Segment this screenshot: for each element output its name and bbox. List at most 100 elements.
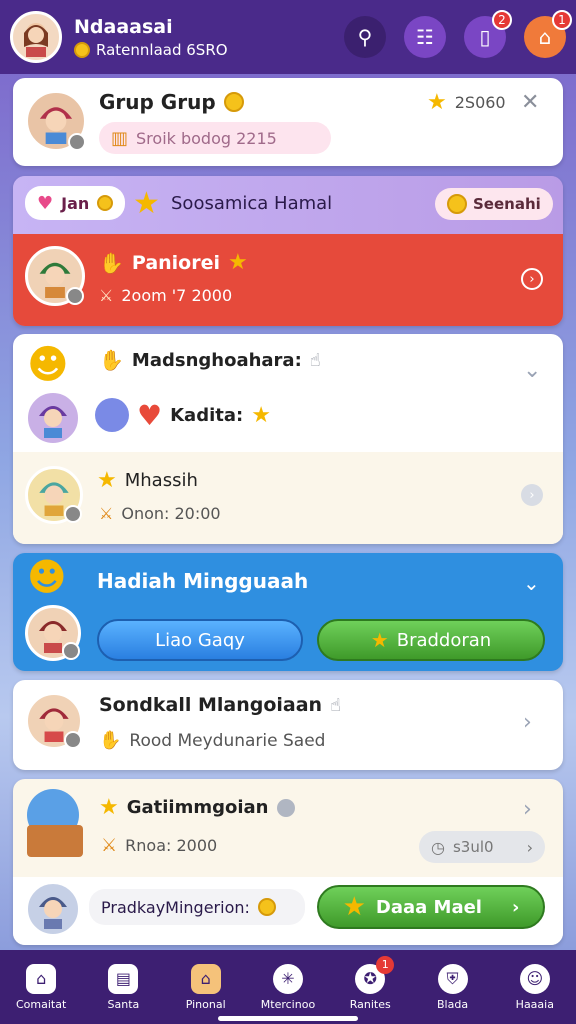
tab-label: Ranites xyxy=(349,997,391,1011)
mission2-sub: Onon: 20:00 xyxy=(121,504,221,523)
character-icon xyxy=(39,897,67,929)
red-reward-row[interactable]: ✋ Paniorei ★ ⚔ 2oom '7 2000 › xyxy=(13,234,563,326)
user-subtitle: Ratennlaad 6SRO xyxy=(74,41,228,59)
sondkall-title-row: Sondkall Mlangoiaan ☝ xyxy=(99,694,341,716)
gati-title: Gatiimmgoian xyxy=(126,797,269,818)
star-icon: ★ xyxy=(228,250,248,275)
gati-footer-button[interactable]: ★ Daaa Mael › xyxy=(317,885,545,929)
sondkall-sub: Rood Meydunarie Saed xyxy=(129,730,326,751)
chevron-right-icon[interactable]: › xyxy=(523,797,532,822)
calendar-button[interactable]: ☷ xyxy=(404,16,446,58)
reward-avatar xyxy=(25,246,85,306)
sondkall-sub-row: ✋ Rood Meydunarie Saed xyxy=(99,730,325,751)
coin-icon xyxy=(74,41,90,58)
sondkall-card[interactable]: Sondkall Mlangoiaan ☝ ✋ Rood Meydunarie … xyxy=(13,680,563,770)
event-chip[interactable]: ♥ Jan xyxy=(25,186,126,220)
tab-profile[interactable]: ☺ Haaaia xyxy=(499,963,571,1011)
chevron-right-icon[interactable]: › xyxy=(521,484,543,506)
event-button[interactable]: Seenahi xyxy=(435,188,553,220)
shop-button[interactable]: ⌂ 1 xyxy=(524,10,572,58)
coin-icon xyxy=(257,898,276,916)
mission-title: Madsnghoahara: xyxy=(131,349,302,371)
weekly-right-label: Braddoran xyxy=(396,629,492,651)
user-subtitle-text: Ratennlaad 6SRO xyxy=(96,40,228,59)
hand-small-icon: ☝ xyxy=(330,694,342,716)
home-indicator xyxy=(218,1016,358,1021)
mission-item-label: Kadita: xyxy=(170,404,244,426)
profile-avatar[interactable] xyxy=(10,11,62,63)
coin-icon xyxy=(223,92,244,112)
gati-card: ★ Gatiimmgoian › ⚔ Rnoa: 2000 ◷ s3ul0 › … xyxy=(13,779,563,945)
reward-sub-row: ⚔ 2oom '7 2000 xyxy=(99,286,232,305)
group-title-row: Grup Grup xyxy=(99,90,244,114)
top-header: Ndaaasai Ratennlaad 6SRO ⚲ ☷ ▯ 2 ⌂ 1 xyxy=(0,0,576,74)
bottom-tab-bar: ⌂ Comaitat ▤ Santa ⌂ Pinonal ✳ Mtercinoo… xyxy=(0,950,576,1024)
star-icon: ★ xyxy=(97,468,117,493)
header-actions: ⚲ ☷ ▯ 2 ⌂ 1 xyxy=(344,10,572,58)
inbox-badge: 2 xyxy=(492,10,512,30)
tab-label: Mtercinoo xyxy=(260,997,316,1011)
tab-mtercinoo[interactable]: ✳ Mtercinoo xyxy=(252,963,324,1011)
group-title: Grup Grup xyxy=(99,90,216,114)
chevron-down-icon[interactable]: ⌄ xyxy=(523,358,541,383)
group-avatar xyxy=(25,90,87,152)
close-icon[interactable]: ✕ xyxy=(521,90,539,115)
book-icon: ▤ xyxy=(108,963,139,994)
mission2-avatar xyxy=(25,466,83,524)
mission-row-top[interactable]: ☻ ✋ Madsnghoahara: ☝ ⌄ ♥ Kadita: ★ xyxy=(13,334,563,452)
gati-footer: PradkayMingerion: ★ Daaa Mael › xyxy=(13,877,563,945)
header-text: Ndaaasai Ratennlaad 6SRO xyxy=(74,16,228,59)
weekly-avatar xyxy=(25,605,81,661)
gati-timer[interactable]: ◷ s3ul0 › xyxy=(419,831,545,863)
group-points-value: 2S060 xyxy=(454,93,506,112)
event-button-label: Seenahi xyxy=(473,195,541,213)
tab-blada[interactable]: ⛨ Blada xyxy=(417,963,489,1011)
chevron-down-icon[interactable]: ⌄ xyxy=(523,571,540,595)
calendar-icon: ☷ xyxy=(416,25,434,49)
reward-title: Paniorei xyxy=(131,251,221,274)
weekly-left-button[interactable]: Liao Gaqy xyxy=(97,619,303,661)
hand-icon: ✋ xyxy=(99,250,124,275)
search-button[interactable]: ⚲ xyxy=(344,16,386,58)
mission2-title-row: ★ Mhassih xyxy=(97,468,198,493)
weekly-title: Hadiah Mingguaah xyxy=(97,569,309,593)
star-icon: ★ xyxy=(251,402,271,428)
mission-card: ☻ ✋ Madsnghoahara: ☝ ⌄ ♥ Kadita: ★ ★ Mha… xyxy=(13,334,563,544)
gati-sub-row: ⚔ Rnoa: 2000 xyxy=(101,835,217,856)
gati-timer-text: s3ul0 xyxy=(452,838,494,856)
tab-santa[interactable]: ▤ Santa xyxy=(87,963,159,1011)
level-badge xyxy=(62,642,80,660)
weekly-right-button[interactable]: ★ Braddoran xyxy=(317,619,545,661)
chevron-right-icon: › xyxy=(511,896,520,918)
event-title: Soosamica Hamal xyxy=(171,193,333,214)
sondkall-avatar xyxy=(25,692,83,750)
gem-icon xyxy=(95,398,129,432)
chevron-right-icon[interactable]: › xyxy=(523,710,532,735)
sword-icon: ⚔ xyxy=(101,835,118,856)
hand-icon: ✋ xyxy=(99,730,122,751)
user-face-icon xyxy=(24,23,48,57)
group-card[interactable]: Grup Grup ▥ Sroik bodog 2215 ★ 2S060 ✕ xyxy=(13,78,563,166)
sword-icon: ⚔ xyxy=(99,286,114,305)
event-chip-label: Jan xyxy=(61,193,90,213)
sondkall-title: Sondkall Mlangoiaan xyxy=(99,694,323,716)
mission-row-bottom[interactable]: ★ Mhassih ⚔ Onon: 20:00 › xyxy=(13,452,563,544)
chevron-right-icon[interactable]: › xyxy=(521,268,543,290)
group-input[interactable]: ▥ Sroik bodog 2215 xyxy=(99,122,331,154)
tab-label: Haaaia xyxy=(515,997,554,1011)
level-badge xyxy=(66,287,84,305)
gati-title-row: ★ Gatiimmgoian xyxy=(99,795,295,820)
chest-icon xyxy=(27,825,83,857)
tab-pinonal[interactable]: ⌂ Pinonal xyxy=(170,963,242,1011)
gati-avatar xyxy=(25,881,81,937)
gati-footer-button-label: Daaa Mael xyxy=(375,896,482,918)
inbox-button[interactable]: ▯ 2 xyxy=(464,10,512,58)
tab-home[interactable]: ⌂ Comaitat xyxy=(5,963,77,1011)
tab-label: Comaitat xyxy=(15,997,67,1011)
mission-title-row: ✋ Madsnghoahara: ☝ xyxy=(99,348,321,372)
hand-small-icon: ☝ xyxy=(309,349,321,371)
info-icon xyxy=(276,798,295,817)
tab-label: Pinonal xyxy=(185,997,226,1011)
tab-ranites[interactable]: ✪ 1 Ranites xyxy=(334,955,406,1011)
character-icon xyxy=(39,406,67,438)
